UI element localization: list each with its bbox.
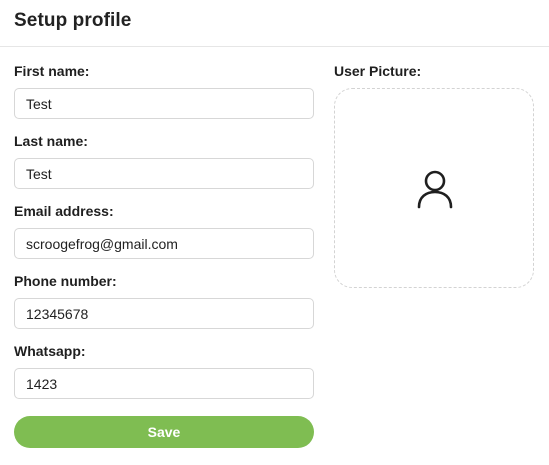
header: Setup profile [0, 0, 549, 47]
email-input[interactable] [14, 228, 314, 259]
phone-field-group: Phone number: [14, 272, 314, 329]
email-label: Email address: [14, 203, 114, 219]
user-icon [417, 170, 453, 209]
whatsapp-label: Whatsapp: [14, 343, 86, 359]
whatsapp-input[interactable] [14, 368, 314, 399]
last-name-field-group: Last name: [14, 132, 314, 189]
last-name-input[interactable] [14, 158, 314, 189]
user-picture-label: User Picture: [334, 63, 422, 79]
email-field-group: Email address: [14, 202, 314, 259]
whatsapp-field-group: Whatsapp: [14, 342, 314, 399]
first-name-input[interactable] [14, 88, 314, 119]
page-title: Setup profile [14, 10, 132, 31]
last-name-label: Last name: [14, 133, 88, 149]
save-button[interactable]: Save [14, 416, 314, 448]
first-name-field-group: First name: [14, 62, 314, 119]
profile-form: First name: Last name: Email address: Ph… [14, 62, 314, 399]
setup-profile-page: Setup profile First name: Last name: Ema… [0, 0, 549, 465]
phone-label: Phone number: [14, 273, 117, 289]
first-name-label: First name: [14, 63, 90, 79]
user-picture-upload[interactable] [334, 88, 534, 288]
phone-input[interactable] [14, 298, 314, 329]
